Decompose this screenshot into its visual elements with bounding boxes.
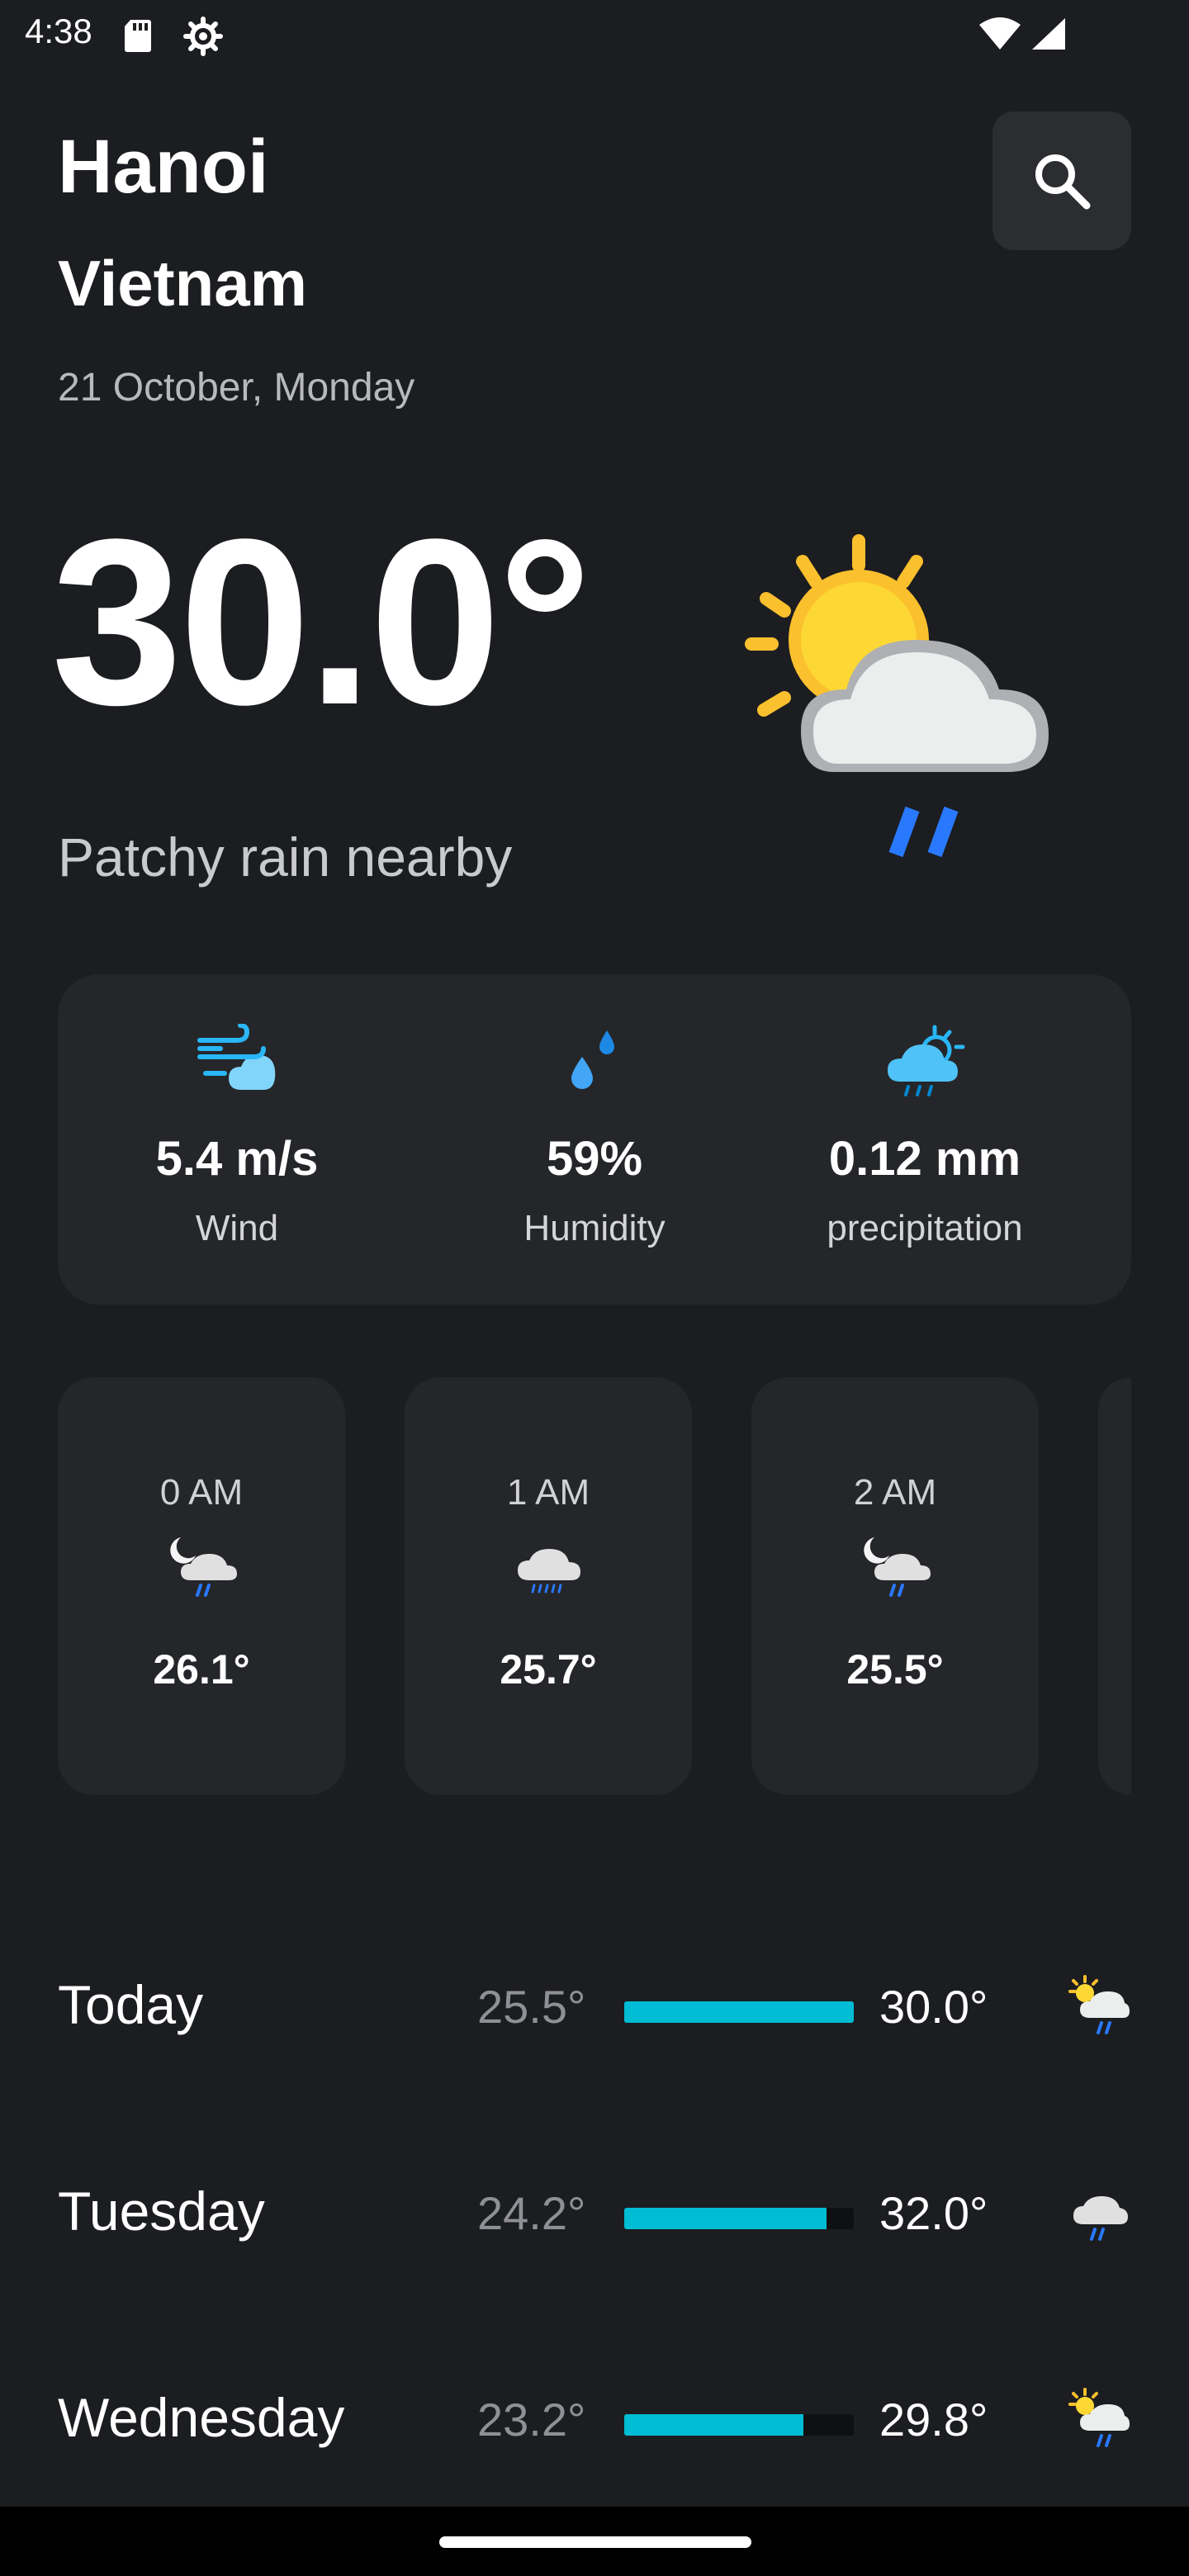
search-button[interactable] (992, 111, 1131, 250)
stat-wind: 5.4 m/s Wind (72, 974, 402, 1305)
daily-row[interactable]: Tuesday 24.2° 32.0° (0, 2163, 1189, 2262)
home-gesture-handle[interactable] (439, 2536, 751, 2548)
moon-cloud-rain-icon (170, 1537, 237, 1597)
day-max-temp: 30.0° (879, 1981, 988, 2033)
signal-icon (1032, 18, 1065, 50)
status-bar: 4:38 (0, 0, 1189, 69)
precipitation-icon (888, 1025, 965, 1096)
sun-cloud-rain-icon (1068, 1975, 1130, 2034)
stat-humidity: 59% Humidity (429, 974, 760, 1305)
hour-time: 2 AM (853, 1472, 937, 1513)
hourly-card-partial[interactable] (1098, 1377, 1131, 1795)
humidity-label: Humidity (523, 1208, 666, 1248)
gear-icon (183, 17, 223, 56)
cloud-rain-icon (1073, 2196, 1128, 2241)
day-max-temp: 32.0° (879, 2187, 988, 2239)
precipitation-label: precipitation (827, 1208, 1023, 1248)
current-temperature: 30.0° (51, 490, 592, 754)
daily-row[interactable]: Wednesday 23.2° 29.8° (0, 2370, 1189, 2469)
stat-precipitation: 0.12 mm precipitation (760, 974, 1090, 1305)
humidity-icon (571, 1030, 614, 1089)
day-name: Wednesday (58, 2387, 345, 2448)
stats-card: 5.4 m/s Wind 59% Humidity 0.12 mm precip… (58, 974, 1131, 1305)
day-min-temp: 24.2° (477, 2187, 586, 2239)
wind-icon (197, 1024, 276, 1090)
hour-time: 1 AM (506, 1472, 590, 1513)
hourly-card[interactable]: 2 AM 25.5° (751, 1377, 1039, 1795)
temp-range-bar (624, 2414, 854, 2436)
hourly-card[interactable]: 1 AM 25.7° (405, 1377, 692, 1795)
day-max-temp: 29.8° (879, 2394, 988, 2446)
sd-card-icon (125, 20, 151, 52)
daily-row[interactable]: Today 25.5° 30.0° (0, 1957, 1189, 2056)
precipitation-value: 0.12 mm (828, 1132, 1021, 1186)
cloud-rain-icon (518, 1549, 580, 1593)
hour-temp: 25.7° (500, 1646, 597, 1693)
temp-range-fill (624, 2001, 854, 2023)
temp-range-fill (624, 2208, 827, 2229)
status-time: 4:38 (25, 12, 92, 50)
hour-time: 0 AM (159, 1472, 244, 1513)
day-min-temp: 23.2° (477, 2394, 586, 2446)
temp-range-bar (624, 2208, 854, 2229)
day-min-temp: 25.5° (477, 1981, 586, 2033)
day-name: Tuesday (58, 2181, 265, 2242)
wifi-icon (979, 17, 1021, 50)
wind-value: 5.4 m/s (155, 1132, 319, 1186)
hourly-card[interactable]: 0 AM 26.1° (58, 1377, 345, 1795)
sun-cloud-rain-icon (745, 534, 1049, 858)
temp-range-fill (624, 2414, 803, 2436)
humidity-value: 59% (546, 1132, 643, 1186)
current-date: 21 October, Monday (58, 366, 415, 410)
wind-label: Wind (195, 1208, 279, 1248)
hour-temp: 26.1° (153, 1646, 250, 1693)
day-name: Today (58, 1974, 204, 2035)
city-name: Hanoi (58, 125, 269, 209)
moon-cloud-rain-icon (864, 1537, 931, 1597)
country-name: Vietnam (58, 247, 308, 320)
weather-condition: Patchy rain nearby (58, 826, 513, 888)
sun-cloud-rain-icon (1068, 2388, 1130, 2447)
hour-temp: 25.5° (846, 1646, 944, 1693)
temp-range-bar (624, 2001, 854, 2023)
search-icon (1035, 154, 1091, 210)
